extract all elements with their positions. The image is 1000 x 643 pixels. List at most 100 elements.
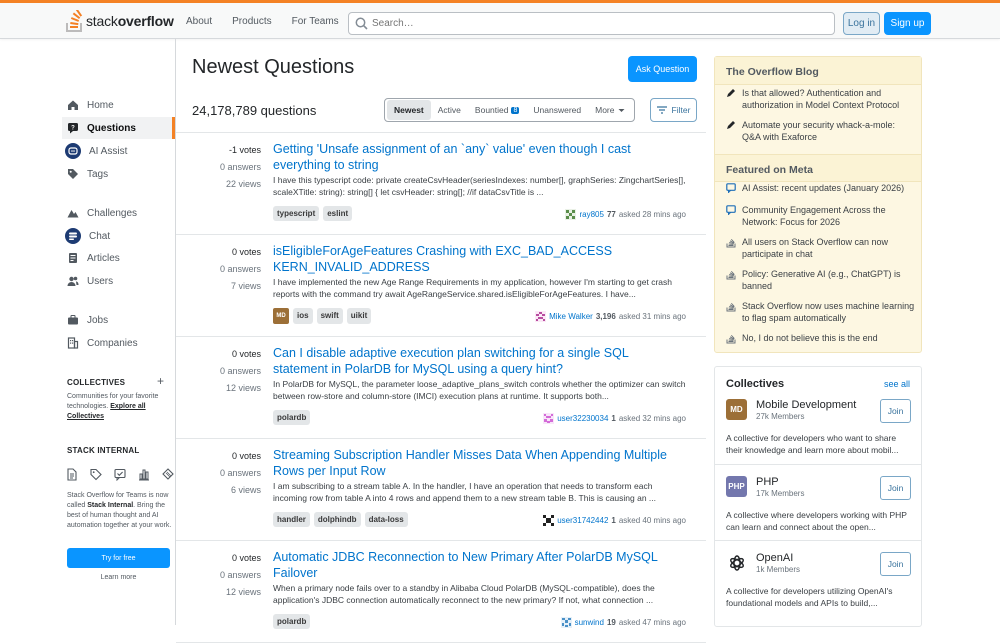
tab-active[interactable]: Active	[431, 100, 468, 120]
sidebar-item-label: Tags	[87, 168, 109, 180]
question-title-link[interactable]: Getting 'Unsafe assignment of an `any` v…	[273, 142, 683, 173]
collective-description: A collective for developers utilizing Op…	[726, 586, 893, 608]
meta-post-link[interactable]: Policy: Generative AI (e.g., ChatGPT) is…	[726, 268, 916, 292]
php-logo[interactable]: PHP	[726, 476, 747, 497]
user-avatar[interactable]	[565, 209, 577, 220]
search-input[interactable]	[372, 18, 812, 29]
tag-link[interactable]: swift	[316, 308, 343, 324]
sidebar-item-home[interactable]: Home	[62, 94, 175, 116]
blog-heading: The Overflow Blog	[715, 57, 921, 85]
user-avatar[interactable]	[535, 311, 547, 322]
sidebar-item-ai-assist[interactable]: AI Assist	[62, 140, 175, 162]
user-name-link[interactable]: sunwind	[575, 618, 604, 627]
tab-unanswered[interactable]: Unanswered	[526, 100, 588, 120]
blog-post-link[interactable]: Is that allowed? Authentication and auth…	[726, 87, 916, 111]
sidebar-item-articles[interactable]: Articles	[62, 247, 175, 269]
sidebar-item-challenges[interactable]: Challenges	[62, 202, 175, 224]
left-sidebar: Home ? Questions AI Assist Tags Challeng…	[0, 39, 176, 625]
tag-link[interactable]: eslint	[323, 206, 353, 221]
tag-icon	[67, 168, 79, 180]
sidebar-item-label: Chat	[89, 230, 111, 242]
filter-button[interactable]: Filter	[650, 98, 697, 122]
user-name-link[interactable]: user31742442	[557, 516, 608, 525]
question-title-link[interactable]: Streaming Subscription Handler Misses Da…	[273, 448, 683, 479]
question-title-link[interactable]: Automatic JDBC Reconnection to New Prima…	[273, 550, 683, 581]
chat-bubble-icon	[726, 205, 736, 215]
asked-time: asked 28 mins ago	[618, 210, 686, 219]
stackoverflow-logo[interactable]: stackoverflow	[66, 9, 174, 33]
meta-post-link[interactable]: AI Assist: recent updates (January 2026)	[726, 182, 916, 194]
sidebar-item-jobs[interactable]: Jobs	[62, 309, 175, 331]
tab-newest[interactable]: Newest	[387, 100, 431, 120]
try-for-free-button[interactable]: Try for free	[67, 548, 170, 568]
meta-post-link[interactable]: All users on Stack Overflow can now part…	[726, 236, 916, 260]
view-count: 6 views	[230, 485, 261, 495]
ask-question-button[interactable]: Ask Question	[628, 56, 697, 82]
openai-icon[interactable]	[726, 552, 747, 573]
meta-post-link[interactable]: No, I do not believe this is the end	[726, 332, 916, 344]
add-collective-icon[interactable]: +	[157, 374, 164, 388]
user-name-link[interactable]: ray805	[579, 210, 603, 219]
answer-count: 0 answers	[219, 162, 261, 172]
tag-link[interactable]: ios	[293, 308, 313, 324]
sidebar-item-chat[interactable]: Chat	[62, 225, 175, 247]
tab-bountied[interactable]: Bountied 8	[468, 100, 526, 120]
sidebar-item-questions[interactable]: ? Questions	[62, 117, 175, 139]
svg-text:?: ?	[71, 126, 75, 132]
message-check-icon	[114, 468, 126, 481]
answer-count: 0 answers	[219, 570, 261, 580]
question-row: -1 votes 0 answers 22 views Getting 'Uns…	[176, 133, 706, 235]
search-bar[interactable]	[348, 12, 835, 35]
tab-more[interactable]: More	[588, 100, 631, 120]
sidebar-item-users[interactable]: Users	[62, 270, 175, 292]
question-title-link[interactable]: isEligibleForAgeFeatures Crashing with E…	[273, 244, 683, 275]
tag-link[interactable]: polardb	[273, 614, 311, 629]
collective-name[interactable]: PHP	[756, 476, 779, 488]
tag-link[interactable]: uikit	[346, 308, 372, 324]
signup-button[interactable]: Sign up	[884, 12, 931, 35]
user-avatar[interactable]	[543, 515, 555, 526]
see-all-link[interactable]: see all	[884, 379, 910, 389]
user-name-link[interactable]: Mike Walker	[549, 312, 593, 321]
tag-link[interactable]: dolphindb	[313, 512, 361, 527]
mobile-development-logo[interactable]: MD	[726, 399, 747, 420]
stack-logo-icon	[726, 334, 736, 344]
collectives-heading: COLLECTIVES	[67, 378, 126, 387]
sidebar-item-label: Companies	[87, 337, 138, 349]
blog-post-link[interactable]: Automate your security whack-a-mole: Q&A…	[726, 119, 916, 143]
sidebar-item-companies[interactable]: Companies	[62, 332, 175, 354]
nav-for-teams[interactable]: For Teams	[282, 10, 349, 33]
questions-icon: ?	[67, 122, 79, 134]
collective-badge-mobile-development[interactable]: MD	[273, 308, 289, 324]
tag-link[interactable]: handler	[273, 512, 310, 527]
user-avatar[interactable]	[543, 413, 555, 424]
search-icon	[355, 17, 368, 30]
sparkle-tag-icon	[162, 468, 174, 480]
question-tags: typescript eslint	[273, 206, 353, 221]
join-button[interactable]: Join	[880, 399, 911, 423]
login-button[interactable]: Log in	[843, 12, 880, 35]
nav-about[interactable]: About	[176, 10, 222, 33]
learn-more-link[interactable]: Learn more	[67, 574, 170, 581]
question-title-link[interactable]: Can I disable adaptive execution plan sw…	[273, 346, 683, 377]
meta-post-link[interactable]: Community Engagement Across the Network:…	[726, 204, 916, 228]
nav-products[interactable]: Products	[222, 10, 281, 33]
user-name-link[interactable]: user32230034	[557, 414, 608, 423]
question-row: 0 votes 0 answers 6 views Streaming Subs…	[176, 439, 706, 541]
page-title: Newest Questions	[192, 56, 355, 78]
tag-link[interactable]: polardb	[273, 410, 311, 425]
collective-name[interactable]: OpenAI	[756, 552, 793, 564]
view-count: 12 views	[225, 587, 261, 597]
vote-count: 0 votes	[231, 553, 261, 563]
meta-post-link[interactable]: Stack Overflow now uses machine learning…	[726, 300, 916, 324]
collective-name[interactable]: Mobile Development	[756, 399, 856, 411]
tag-link[interactable]: data-loss	[364, 512, 408, 527]
collectives-text: Communities for your favorite technologi…	[67, 393, 159, 420]
tag-link[interactable]: typescript	[273, 206, 320, 221]
question-row: 0 votes 0 answers 7 views isEligibleForA…	[176, 235, 706, 337]
user-avatar[interactable]	[560, 617, 572, 628]
sidebar-item-tags[interactable]: Tags	[62, 163, 175, 185]
sort-tabs: Newest Active Bountied 8 Unanswered More	[384, 98, 635, 122]
join-button[interactable]: Join	[880, 552, 911, 576]
join-button[interactable]: Join	[880, 476, 911, 500]
